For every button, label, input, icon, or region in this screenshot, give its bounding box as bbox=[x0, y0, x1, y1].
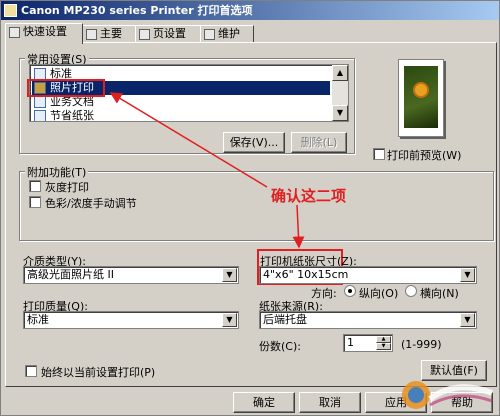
chevron-down-icon[interactable]: ▼ bbox=[222, 268, 237, 282]
always-print-label: 始终以当前设置打印(P) bbox=[41, 366, 156, 379]
copies-value: 1 bbox=[347, 336, 354, 349]
copies-label: 份数(C): bbox=[259, 340, 301, 353]
tab-label: 快速设置 bbox=[23, 25, 67, 38]
annotation-arrows bbox=[109, 92, 305, 249]
spin-up-icon[interactable]: ▲ bbox=[376, 336, 391, 343]
tab-quick-setup[interactable]: 快速设置 bbox=[5, 23, 83, 44]
paper-size-select[interactable]: 4"x6" 10x15cm ▼ bbox=[259, 266, 477, 284]
printer-preferences-window: Canon MP230 series Printer 打印首选项 快速设置 主要… bbox=[0, 0, 500, 416]
portrait-radio[interactable] bbox=[344, 285, 356, 297]
arrow-to-photo-print bbox=[109, 92, 268, 188]
spin-down-icon[interactable]: ▼ bbox=[376, 343, 391, 350]
chevron-down-icon[interactable]: ▼ bbox=[222, 313, 237, 327]
portrait-label: 纵向(O) bbox=[359, 287, 399, 300]
chevron-down-icon[interactable]: ▼ bbox=[460, 268, 475, 282]
paper-source-select[interactable]: 后端托盘 ▼ bbox=[259, 311, 477, 329]
print-quality-select[interactable]: 标准 ▼ bbox=[23, 311, 239, 329]
quick-setup-icon bbox=[9, 27, 20, 38]
copies-range: (1-999) bbox=[401, 338, 442, 351]
always-print-checkbox[interactable] bbox=[25, 365, 37, 377]
media-type-value: 高级光面照片纸 II bbox=[27, 268, 114, 281]
paper-source-value: 后端托盘 bbox=[263, 313, 307, 326]
print-quality-value: 标准 bbox=[27, 313, 49, 326]
arrow-to-paper-size bbox=[292, 204, 305, 249]
cancel-button[interactable]: 取消 bbox=[299, 392, 361, 413]
paper-size-value: 4"x6" 10x15cm bbox=[263, 268, 349, 281]
chevron-down-icon[interactable]: ▼ bbox=[460, 313, 475, 327]
landscape-radio[interactable] bbox=[405, 285, 417, 297]
ok-button[interactable]: 确定 bbox=[233, 392, 295, 413]
media-type-select[interactable]: 高级光面照片纸 II ▼ bbox=[23, 266, 239, 284]
copies-spinner[interactable]: 1 ▲ ▼ bbox=[343, 334, 393, 352]
landscape-label: 横向(N) bbox=[420, 287, 459, 300]
site-watermark-logo bbox=[402, 381, 494, 409]
